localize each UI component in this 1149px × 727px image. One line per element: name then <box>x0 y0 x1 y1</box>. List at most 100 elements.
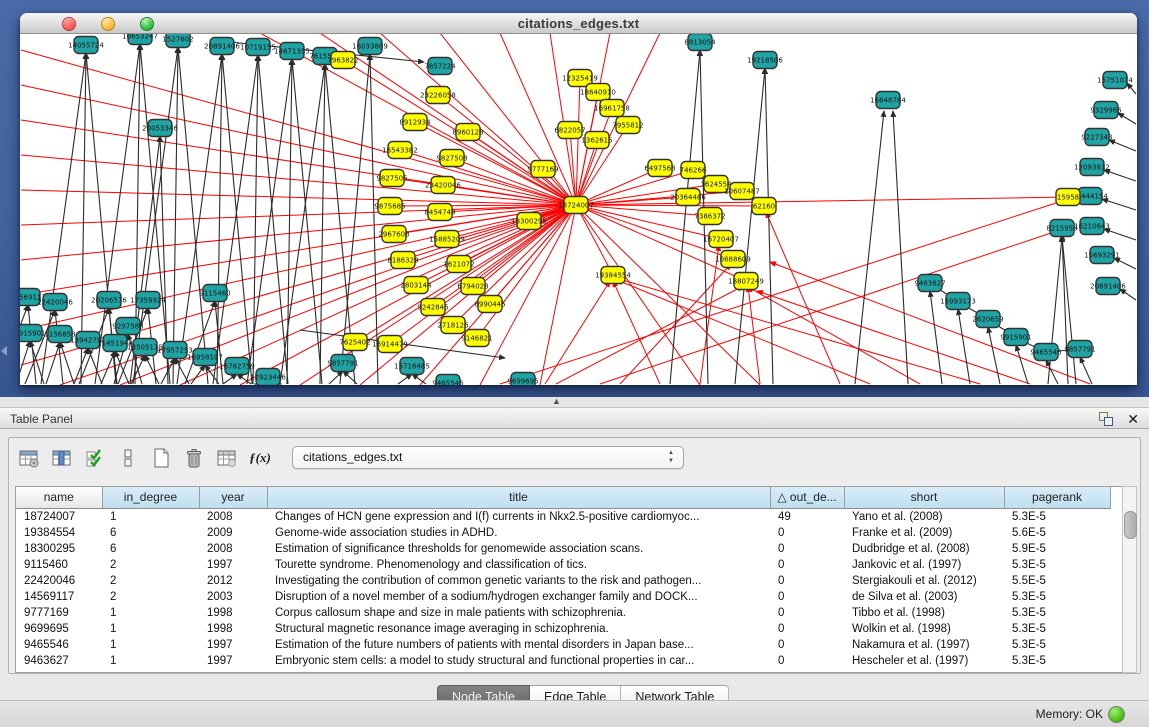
network-node-cited[interactable]: 12093832 <box>1074 159 1110 176</box>
network-node-selected[interactable]: 15885209 <box>429 231 465 248</box>
network-node-selected[interactable]: 9242845 <box>417 299 448 316</box>
table-settings-icon[interactable] <box>15 444 43 472</box>
network-node-cited[interactable]: 9699695 <box>507 373 538 386</box>
close-panel-icon[interactable]: ✕ <box>1127 410 1139 428</box>
network-node-cited[interactable]: 15716485 <box>394 358 430 375</box>
network-node-cited[interactable]: 9465546 <box>432 375 464 386</box>
network-node-cited[interactable]: 16210643 <box>1074 218 1110 235</box>
network-node-cited[interactable]: 2620659 <box>972 311 1003 328</box>
network-node-cited[interactable]: 9297588 <box>112 318 143 335</box>
row-layout-icon[interactable] <box>114 444 142 472</box>
network-node-selected[interactable]: 2718126 <box>437 317 469 334</box>
table-scrollbar[interactable] <box>1122 486 1137 673</box>
network-node-cited[interactable]: 9915901 <box>20 325 46 342</box>
column-header-out_de[interactable]: △ out_de... <box>770 487 844 508</box>
select-mode-icon[interactable] <box>81 444 109 472</box>
citation-network-graph[interactable]: 1405572410653247152760220891406107191551… <box>20 34 1137 385</box>
column-header-in_degree[interactable]: in_degree <box>102 487 199 508</box>
show-column-icon[interactable] <box>48 444 76 472</box>
network-node-selected[interactable]: 16961758 <box>594 100 630 117</box>
function-builder-icon[interactable]: ƒ(x) <box>246 444 274 472</box>
network-node-selected[interactable]: 62160 <box>752 198 776 215</box>
network-node-selected[interactable]: 9146821 <box>461 330 492 347</box>
network-node-cited[interactable]: 12923446 <box>250 369 286 386</box>
network-node-selected[interactable]: 9827508 <box>436 150 467 167</box>
table-row[interactable]: 1456911722003Disruption of a novel membe… <box>16 589 1110 605</box>
network-node-cited[interactable]: 20891406 <box>204 38 240 55</box>
network-node-selected[interactable]: 9827505 <box>376 170 407 187</box>
network-node-cited[interactable]: 9915901 <box>1000 329 1031 346</box>
network-node-selected[interactable]: 2967608 <box>378 226 409 243</box>
network-node-selected[interactable]: 9875685 <box>374 198 405 215</box>
table-row[interactable]: 977716911998Corpus callosum shape and si… <box>16 605 1110 621</box>
table-row[interactable]: 1872400712008Changes of HCN gene express… <box>16 508 1110 525</box>
network-node-cited[interactable]: 9115460 <box>199 285 230 302</box>
network-node-selected[interactable]: 746266 <box>680 162 707 179</box>
network-window-titlebar[interactable]: citations_edges.txt <box>20 13 1137 34</box>
network-node-cited[interactable]: 20206576 <box>91 292 127 309</box>
network-node-selected[interactable]: 6497568 <box>644 160 675 177</box>
network-node-cited[interactable]: 8215958 <box>1046 220 1077 237</box>
table-row[interactable]: 911546021997Tourette syndrome. Phenomeno… <box>16 557 1110 573</box>
network-node-selected[interactable]: 16543382 <box>382 142 418 159</box>
network-node-cited[interactable]: 9857791 <box>1064 341 1095 358</box>
column-header-name[interactable]: name <box>16 487 102 508</box>
column-header-year[interactable]: year <box>199 487 267 508</box>
network-node-selected[interactable]: 6794028 <box>457 278 488 295</box>
network-node-cited[interactable]: 1527602 <box>162 34 193 48</box>
network-node-cited[interactable]: 10653247 <box>122 34 158 45</box>
network-node-cited[interactable]: 9463627 <box>914 275 945 292</box>
table-row[interactable]: 946362711997Embryonic stem cells: a mode… <box>16 653 1110 669</box>
network-node-selected[interactable]: 1621072 <box>443 256 474 273</box>
scrollbar-thumb[interactable] <box>1124 511 1137 539</box>
network-node-cited[interactable]: 16648784 <box>870 92 906 109</box>
network-node-cited[interactable]: 19218506 <box>747 52 783 69</box>
new-table-icon[interactable] <box>147 444 175 472</box>
network-node-cited[interactable]: 15751074 <box>1097 72 1133 89</box>
network-node-selected[interactable]: 7955812 <box>612 117 643 134</box>
float-window-icon[interactable] <box>1099 412 1113 426</box>
network-node-selected[interactable]: 16720407 <box>703 231 739 248</box>
table-selector-dropdown[interactable]: citations_edges.txt ▲▼ <box>292 446 684 469</box>
network-node-cited[interactable]: 10719155 <box>240 39 276 56</box>
column-header-title[interactable]: title <box>267 487 770 508</box>
network-node-selected[interactable]: 8186328 <box>387 252 418 269</box>
node-table[interactable]: namein_degreeyeartitle△ out_de...shortpa… <box>15 486 1127 673</box>
delete-trash-icon[interactable] <box>180 444 208 472</box>
network-node-selected[interactable]: 9777169 <box>527 161 558 178</box>
panel-collapse-arrow-icon[interactable] <box>1 346 7 356</box>
network-node-cited[interactable]: 20891406 <box>1090 278 1126 295</box>
network-node-cited[interactable]: 8813054 <box>684 34 716 51</box>
network-node-selected[interactable]: 8960128 <box>452 124 483 141</box>
table-row[interactable]: 1830029562008Estimation of significance … <box>16 541 1110 557</box>
panel-splitter[interactable] <box>0 397 1149 407</box>
network-canvas[interactable]: 1405572410653247152760220891406107191551… <box>20 34 1137 385</box>
network-node-cited[interactable]: 16033809 <box>352 38 388 55</box>
network-node-selected[interactable]: 2803144 <box>400 277 432 294</box>
network-node-selected[interactable]: 15958 <box>1056 189 1080 206</box>
network-node-cited[interactable]: 15993173 <box>940 293 976 310</box>
column-header-pagerank[interactable]: pagerank <box>1004 487 1110 508</box>
network-node-selected[interactable]: 10688609 <box>715 251 751 268</box>
memory-ok-indicator[interactable] <box>1108 706 1125 723</box>
network-node-selected[interactable]: 8990445 <box>474 296 505 313</box>
delete-table-icon-disabled[interactable] <box>213 444 241 472</box>
network-node-selected[interactable]: 7386372 <box>694 208 725 225</box>
network-node-cited[interactable]: 7857224 <box>424 58 456 75</box>
network-node-cited[interactable]: 14055724 <box>68 37 104 54</box>
network-view-window[interactable]: citations_edges.txt 14055724 10653247 1527… <box>20 13 1137 385</box>
network-node-selected[interactable]: 7625402 <box>339 334 370 351</box>
network-node-selected[interactable]: 1362615 <box>581 132 612 149</box>
network-node-cited[interactable]: 9465546 <box>1030 344 1062 361</box>
network-node-cited[interactable]: 15693291 <box>1084 247 1120 264</box>
table-row[interactable]: 1938455462009Genome-wide association stu… <box>16 525 1110 541</box>
network-node-selected[interactable]: 23226058 <box>420 87 456 104</box>
table-row[interactable]: 946554611997Estimation of the future num… <box>16 637 1110 653</box>
table-row[interactable]: 2242004622012Investigating the contribut… <box>16 573 1110 589</box>
column-header-short[interactable]: short <box>844 487 1004 508</box>
network-node-selected[interactable]: 7963822 <box>327 52 358 69</box>
network-node-cited[interactable]: 9329966 <box>1090 102 1122 119</box>
table-row[interactable]: 969969511998Structural magnetic resonanc… <box>16 621 1110 637</box>
network-node-selected[interactable]: 8454749 <box>424 204 455 221</box>
network-node-selected[interactable]: 8912934 <box>399 114 431 131</box>
